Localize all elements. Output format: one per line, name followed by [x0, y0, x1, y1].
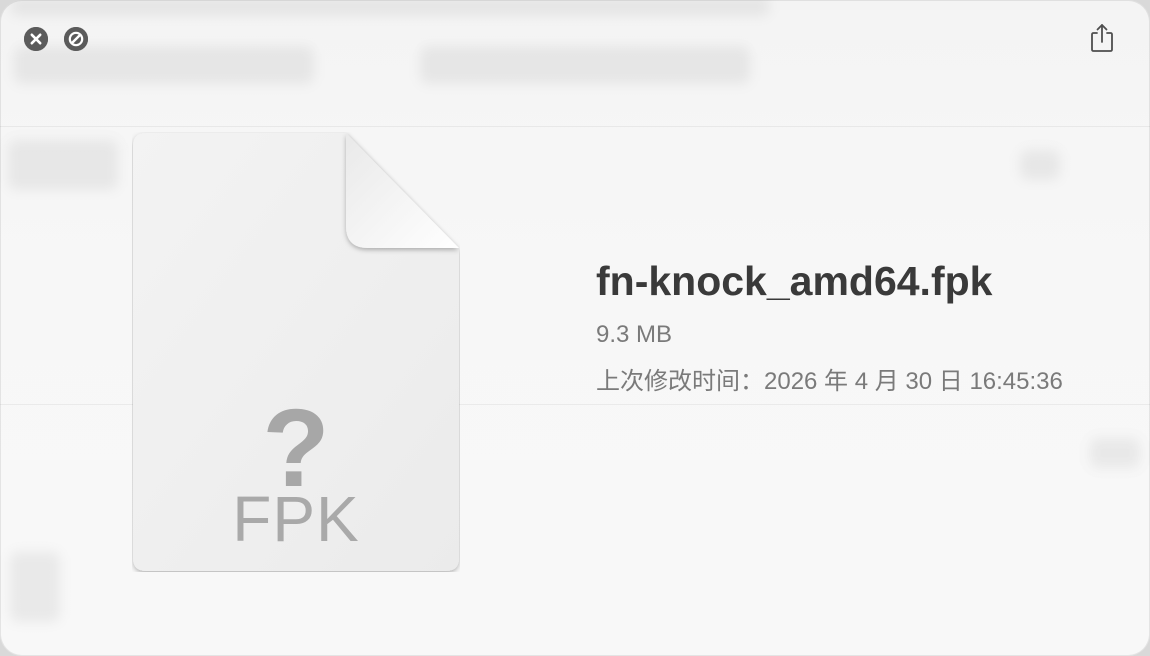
no-entry-icon: [64, 27, 88, 51]
background-toolbar-ghost: [420, 46, 750, 84]
file-size: 9.3 MB: [596, 321, 673, 348]
file-modified-date: 上次修改时间：2026 年 4 月 30 日 16:45:36: [596, 368, 1063, 395]
background-toolbar-ghost: [14, 46, 314, 84]
background-icon-ghost: [10, 552, 60, 622]
background-divider: [0, 126, 1150, 127]
background-icon-ghost: [1020, 150, 1060, 180]
fullscreen-button[interactable]: [64, 27, 88, 51]
close-icon: [24, 27, 48, 51]
close-button[interactable]: [24, 27, 48, 51]
background-icon-ghost: [1090, 438, 1140, 468]
background-text-ghost: [8, 140, 118, 190]
share-icon: [1091, 24, 1113, 52]
file-icon: ? FPK: [132, 132, 460, 572]
file-extension-label: FPK: [232, 483, 360, 555]
share-button[interactable]: [1086, 22, 1118, 54]
quick-look-window: ? FPK fn-knock_amd64.fpk 9.3 MB 上次修改时间：2…: [0, 0, 1150, 656]
file-name: fn-knock_amd64.fpk: [596, 258, 993, 304]
background-toolbar-ghost: [10, 0, 770, 16]
file-info: fn-knock_amd64.fpk 9.3 MB 上次修改时间：2026 年 …: [596, 258, 1063, 408]
